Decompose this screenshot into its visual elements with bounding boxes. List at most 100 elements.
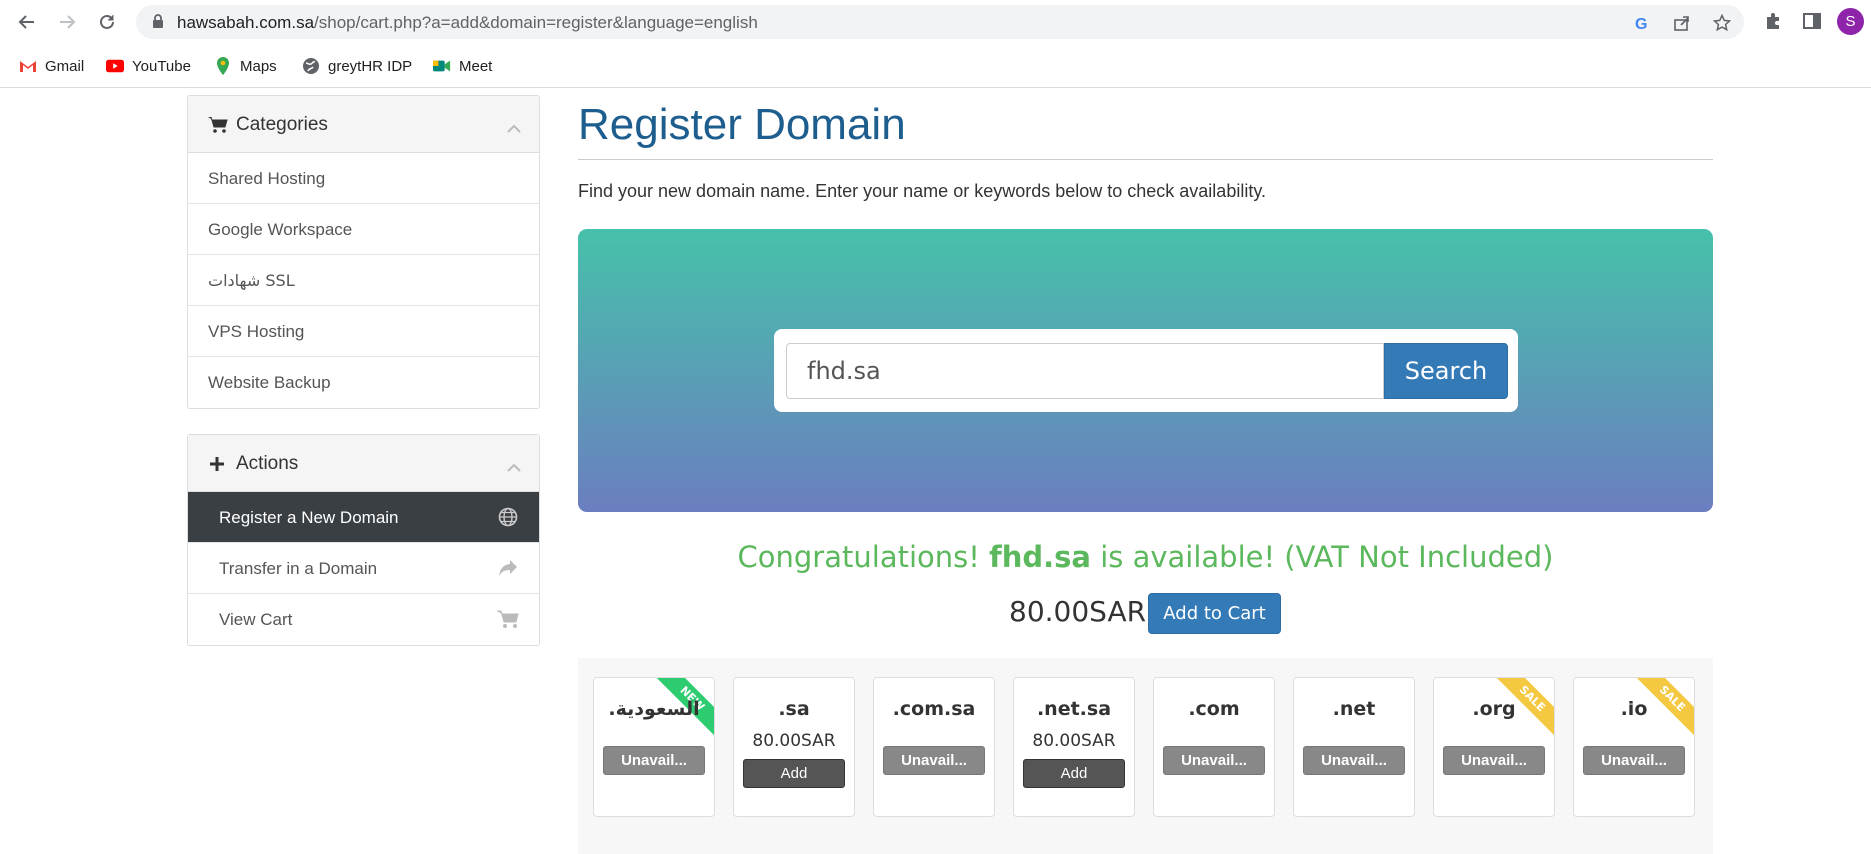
cart-icon <box>497 609 519 629</box>
tld-suggestions: NEW .السعودية Unavail... .sa 80.00SAR Ad… <box>578 658 1713 854</box>
add-tld-button[interactable]: Add <box>743 759 845 788</box>
bookmark-label: Meet <box>459 57 493 75</box>
share-icon[interactable] <box>1672 13 1692 33</box>
bookmark-label: Gmail <box>45 57 85 75</box>
meet-icon <box>433 57 451 75</box>
sidebar-item-label: Transfer in a Domain <box>219 559 378 578</box>
forward-icon[interactable] <box>54 9 80 35</box>
back-icon[interactable] <box>14 9 40 35</box>
svg-text:G: G <box>1635 16 1647 32</box>
bookmark-gmail[interactable]: Gmail <box>19 56 84 76</box>
bookmark-maps[interactable]: Maps <box>214 56 277 76</box>
globe-icon <box>302 57 320 75</box>
tld-card-sa: .sa 80.00SAR Add <box>733 677 855 817</box>
available-domain: fhd.sa <box>989 540 1091 574</box>
bookmark-greythr[interactable]: greytHR IDP <box>302 56 412 76</box>
sidebar-item-label: VPS Hosting <box>208 322 305 341</box>
tld-price: 80.00SAR <box>1032 731 1116 751</box>
actions-header[interactable]: Actions <box>188 435 539 492</box>
sidebar-item-label: Website Backup <box>208 373 331 392</box>
congrats-suffix: is available! (VAT Not Included) <box>1100 540 1554 574</box>
unavailable-button[interactable]: Unavail... <box>883 746 985 775</box>
congrats-prefix: Congratulations! <box>737 540 980 574</box>
tld-name: .السعودية <box>608 698 700 720</box>
tld-name: .com <box>1188 698 1240 720</box>
bookmark-star-icon[interactable] <box>1712 13 1732 33</box>
tld-name: .net <box>1332 698 1376 720</box>
url-path: /shop/cart.php?a=add&domain=register&lan… <box>314 13 758 32</box>
sidebar-item-google-workspace[interactable]: Google Workspace <box>188 204 539 255</box>
sidebar-item-website-backup[interactable]: Website Backup <box>188 357 539 408</box>
intro-text: Find your new domain name. Enter your na… <box>578 181 1266 201</box>
lock-icon[interactable] <box>152 14 164 34</box>
address-bar[interactable]: hawsabah.com.sa/shop/cart.php?a=add&doma… <box>136 5 1744 39</box>
google-icon[interactable]: G <box>1632 13 1652 33</box>
page-title: Register Domain <box>578 100 906 149</box>
plus-icon <box>208 455 228 473</box>
sidebar-item-label: Register a New Domain <box>219 508 399 527</box>
unavailable-button[interactable]: Unavail... <box>1583 746 1685 775</box>
tld-card-com: .com Unavail... <box>1153 677 1275 817</box>
bookmark-label: YouTube <box>132 57 191 75</box>
gmail-icon <box>19 57 37 75</box>
domain-search-input[interactable]: fhd.sa <box>786 343 1384 399</box>
reload-icon[interactable] <box>94 9 120 35</box>
availability-message: Congratulations! fhd.sa is available! (V… <box>578 540 1713 574</box>
price-row: 80.00SAR Add to Cart <box>578 592 1713 634</box>
share-arrow-icon <box>497 558 519 578</box>
domain-price: 80.00SAR <box>1009 595 1147 628</box>
unavailable-button[interactable]: Unavail... <box>603 746 705 775</box>
tld-card-net-sa: .net.sa 80.00SAR Add <box>1013 677 1135 817</box>
bookmark-meet[interactable]: Meet <box>433 56 492 76</box>
extensions-icon[interactable] <box>1762 10 1784 32</box>
bookmark-label: Maps <box>240 57 277 75</box>
sidebar-item-transfer-domain[interactable]: Transfer in a Domain <box>188 543 539 594</box>
url-text[interactable]: hawsabah.com.sa/shop/cart.php?a=add&doma… <box>177 13 758 33</box>
sidebar-item-label: شهادات SSL <box>208 271 295 290</box>
unavailable-button[interactable]: Unavail... <box>1443 746 1545 775</box>
browser-toolbar: hawsabah.com.sa/shop/cart.php?a=add&doma… <box>0 0 1871 42</box>
sidebar-item-label: View Cart <box>219 610 293 629</box>
tld-name: .com.sa <box>892 698 976 720</box>
side-panel-icon[interactable] <box>1801 10 1823 32</box>
tld-card-org: SALE .org Unavail... <box>1433 677 1555 817</box>
search-box: fhd.sa Search <box>774 329 1518 412</box>
unavailable-button[interactable]: Unavail... <box>1303 746 1405 775</box>
tld-price: 80.00SAR <box>752 731 836 751</box>
sidebar-item-ssl[interactable]: شهادات SSL <box>188 255 539 306</box>
tld-card-saudi: NEW .السعودية Unavail... <box>593 677 715 817</box>
globe-icon <box>497 507 519 527</box>
sidebar-item-label: Google Workspace <box>208 220 353 239</box>
youtube-icon <box>106 57 124 75</box>
categories-panel: Categories Shared Hosting Google Workspa… <box>187 95 540 409</box>
sidebar-item-shared-hosting[interactable]: Shared Hosting <box>188 153 539 204</box>
tld-name: .org <box>1472 698 1516 720</box>
profile-avatar[interactable]: S <box>1837 8 1864 35</box>
tld-card-io: SALE .io Unavail... <box>1573 677 1695 817</box>
bookmark-label: greytHR IDP <box>328 57 413 75</box>
domain-search-hero: fhd.sa Search <box>578 229 1713 512</box>
add-to-cart-button[interactable]: Add to Cart <box>1148 593 1281 634</box>
sidebar-item-vps-hosting[interactable]: VPS Hosting <box>188 306 539 357</box>
title-divider <box>578 159 1713 160</box>
tld-name: .net.sa <box>1036 698 1112 720</box>
actions-panel: Actions Register a New Domain Transfer i… <box>187 434 540 646</box>
maps-pin-icon <box>214 57 232 75</box>
sidebar-item-view-cart[interactable]: View Cart <box>188 594 539 645</box>
unavailable-button[interactable]: Unavail... <box>1163 746 1265 775</box>
actions-title: Actions <box>236 453 299 474</box>
bookmarks-bar: Gmail YouTube Maps greytHR IDP Meet <box>0 42 1871 88</box>
categories-header[interactable]: Categories <box>188 96 539 153</box>
tld-card-net: .net Unavail... <box>1293 677 1415 817</box>
tld-card-com-sa: .com.sa Unavail... <box>873 677 995 817</box>
chevron-up-icon[interactable] <box>507 459 521 477</box>
categories-title: Categories <box>236 114 328 135</box>
sidebar-item-label: Shared Hosting <box>208 169 326 188</box>
search-button[interactable]: Search <box>1384 343 1508 399</box>
sidebar-item-register-domain[interactable]: Register a New Domain <box>188 492 539 543</box>
tld-name: .sa <box>778 698 810 720</box>
bookmark-youtube[interactable]: YouTube <box>106 56 191 76</box>
cart-icon <box>208 116 228 134</box>
add-tld-button[interactable]: Add <box>1023 759 1125 788</box>
chevron-up-icon[interactable] <box>507 120 521 138</box>
